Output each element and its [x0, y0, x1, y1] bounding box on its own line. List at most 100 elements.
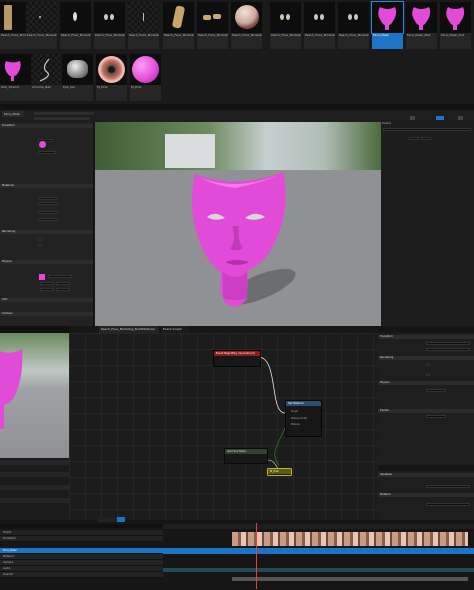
- asset-tile[interactable]: Hair_Strand: [0, 54, 31, 101]
- section-header[interactable]: Variables: [378, 473, 474, 477]
- asset-label: Peach_Face_Modeling_Eyes: [60, 33, 91, 49]
- value-field[interactable]: [56, 288, 70, 291]
- asset-tile[interactable]: Peach_Face_Modeling_Head: [231, 2, 262, 49]
- color-swatch[interactable]: [39, 274, 45, 280]
- section-header[interactable]: LOD: [0, 298, 93, 302]
- section-header[interactable]: Physics: [0, 260, 93, 264]
- get-variable-node[interactable]: Get Face Mask: [224, 448, 268, 464]
- blueprint-details: Transform Rendering Physics Events Varia…: [378, 333, 474, 520]
- time-ruler[interactable]: [163, 524, 474, 529]
- asset-thumbnail: [304, 2, 335, 33]
- track-lane[interactable]: [232, 577, 468, 581]
- asset-label: Peach_Face_Modeling_Head: [231, 33, 262, 49]
- asset-label: Peach_Face_Modeling_Eyes_Green: [338, 33, 369, 49]
- section-header[interactable]: Rendering: [378, 356, 474, 360]
- value-field[interactable]: [426, 348, 470, 351]
- tab-viewport[interactable]: Face_Mask: [2, 111, 24, 117]
- asset-tile[interactable]: Peach_Face_Modeling_Result_Nonsense: [26, 2, 57, 49]
- value-field[interactable]: [426, 485, 470, 488]
- asset-tile[interactable]: Face_Mask_Mat: [406, 2, 437, 49]
- event-node[interactable]: Event BeginPlay (reconstruct): [213, 350, 261, 367]
- material-literal-node[interactable]: M_Pink: [267, 468, 292, 476]
- video-thumbnail-strip[interactable]: [232, 532, 468, 546]
- value-field[interactable]: [38, 218, 58, 221]
- search-input[interactable]: [383, 128, 471, 131]
- viewport-3d[interactable]: [95, 122, 381, 326]
- asset-tile[interactable]: Peach_Face_Modeling_Eye_L: [94, 2, 125, 49]
- asset-label: Hair_Strand: [0, 85, 31, 101]
- section-header[interactable]: Events: [378, 409, 474, 413]
- node-graph[interactable]: Event BeginPlay (reconstruct) Set Materi…: [69, 333, 378, 520]
- value-field[interactable]: [426, 415, 446, 418]
- track-lane[interactable]: [163, 568, 474, 572]
- asset-tile[interactable]: Chrome_Ball: [31, 54, 62, 101]
- asset-label: Peach_Face_Modeling_Eye_R: [128, 33, 159, 49]
- play-button[interactable]: [436, 116, 444, 120]
- toolbar-button[interactable]: [458, 116, 463, 120]
- checkbox[interactable]: [38, 244, 42, 247]
- mask-preview-icon: [0, 349, 23, 429]
- value-field[interactable]: [421, 137, 431, 140]
- asset-tile[interactable]: M_Pink: [130, 54, 161, 101]
- checkbox[interactable]: [426, 363, 430, 366]
- panel-header: [0, 498, 69, 503]
- asset-thumbnail: [231, 2, 262, 33]
- playhead[interactable]: [256, 523, 257, 589]
- section-header[interactable]: Transform: [378, 335, 474, 339]
- tab-blueprint[interactable]: Peach_Face_Modeling_BuildMaterial: [99, 326, 159, 333]
- selected-track-lane[interactable]: [163, 548, 474, 554]
- toolbar-button[interactable]: [410, 116, 415, 120]
- asset-label: Peach_Face_Modeling_Eyes_Blue: [270, 33, 301, 49]
- asset-tile[interactable]: M_Pink: [96, 54, 127, 101]
- asset-tile[interactable]: Peach_Face_Modeling_Eyes_Green: [338, 2, 369, 49]
- blueprint-preview[interactable]: [0, 333, 69, 458]
- asset-tile[interactable]: Peach_Face_Modeling_Eyes: [60, 2, 91, 49]
- tab-event-graph[interactable]: Event Graph: [161, 326, 189, 333]
- value-field[interactable]: [426, 342, 470, 345]
- asset-tile[interactable]: Eye_Iris: [62, 54, 93, 101]
- checkbox[interactable]: [38, 238, 42, 241]
- section-header[interactable]: Material: [378, 493, 474, 497]
- section-header[interactable]: Collision: [0, 312, 93, 316]
- checkbox[interactable]: [426, 373, 430, 376]
- mask-icon: [4, 61, 21, 81]
- asset-label: Face_Mask: [372, 33, 403, 49]
- asset-tile[interactable]: Peach_Face_Modeling_Skull: [163, 2, 194, 49]
- value-field[interactable]: [48, 275, 72, 278]
- value-field[interactable]: [40, 282, 54, 285]
- track-row[interactable]: Transform: [0, 536, 163, 542]
- value-field[interactable]: [426, 389, 446, 392]
- hair-strand-icon: [39, 58, 50, 82]
- value-field[interactable]: [38, 151, 56, 154]
- asset-label: Peach_Face_Modeling_Skull: [163, 33, 194, 49]
- value-field[interactable]: [426, 503, 470, 506]
- mask-icon: [446, 7, 465, 30]
- asset-tile[interactable]: Face_Mask_Inst: [440, 2, 471, 49]
- asset-tile[interactable]: Peach_Face_Modeling_Eyes_Brown: [304, 2, 335, 49]
- section-header[interactable]: Rendering: [0, 230, 93, 234]
- section-header[interactable]: Transform: [0, 124, 93, 128]
- panel-title: Details: [382, 122, 391, 125]
- value-field[interactable]: [56, 282, 70, 285]
- preview-tabbar: [0, 326, 69, 333]
- toolbar-buttons[interactable]: [98, 517, 118, 522]
- value-field[interactable]: [40, 288, 54, 291]
- node-title: Set Material: [286, 401, 321, 406]
- value-field[interactable]: [38, 197, 58, 200]
- track-row[interactable]: Director: [0, 572, 163, 578]
- material-swatch[interactable]: [39, 141, 46, 148]
- asset-tile-selected[interactable]: Face_Mask: [371, 1, 404, 49]
- section-header[interactable]: Physics: [378, 381, 474, 385]
- set-material-node[interactable]: Set Material Target Material Index Mater…: [285, 400, 322, 437]
- sequencer-play-button[interactable]: [117, 517, 125, 522]
- node-title: Event BeginPlay (reconstruct): [214, 351, 260, 356]
- value-field[interactable]: [409, 137, 419, 140]
- value-field[interactable]: [38, 202, 58, 205]
- asset-tile[interactable]: Peach_Face_Modeling_Eye_R: [128, 2, 159, 49]
- value-field[interactable]: [38, 211, 58, 214]
- asset-thumbnail: [60, 2, 91, 33]
- asset-tile[interactable]: Peach_Face_Modeling_Teeth: [197, 2, 228, 49]
- section-header[interactable]: Materials: [0, 184, 93, 188]
- asset-tile[interactable]: Peach_Face_Modeling_Eyes_Blue: [270, 2, 301, 49]
- outliner-panel: Details: [381, 122, 474, 326]
